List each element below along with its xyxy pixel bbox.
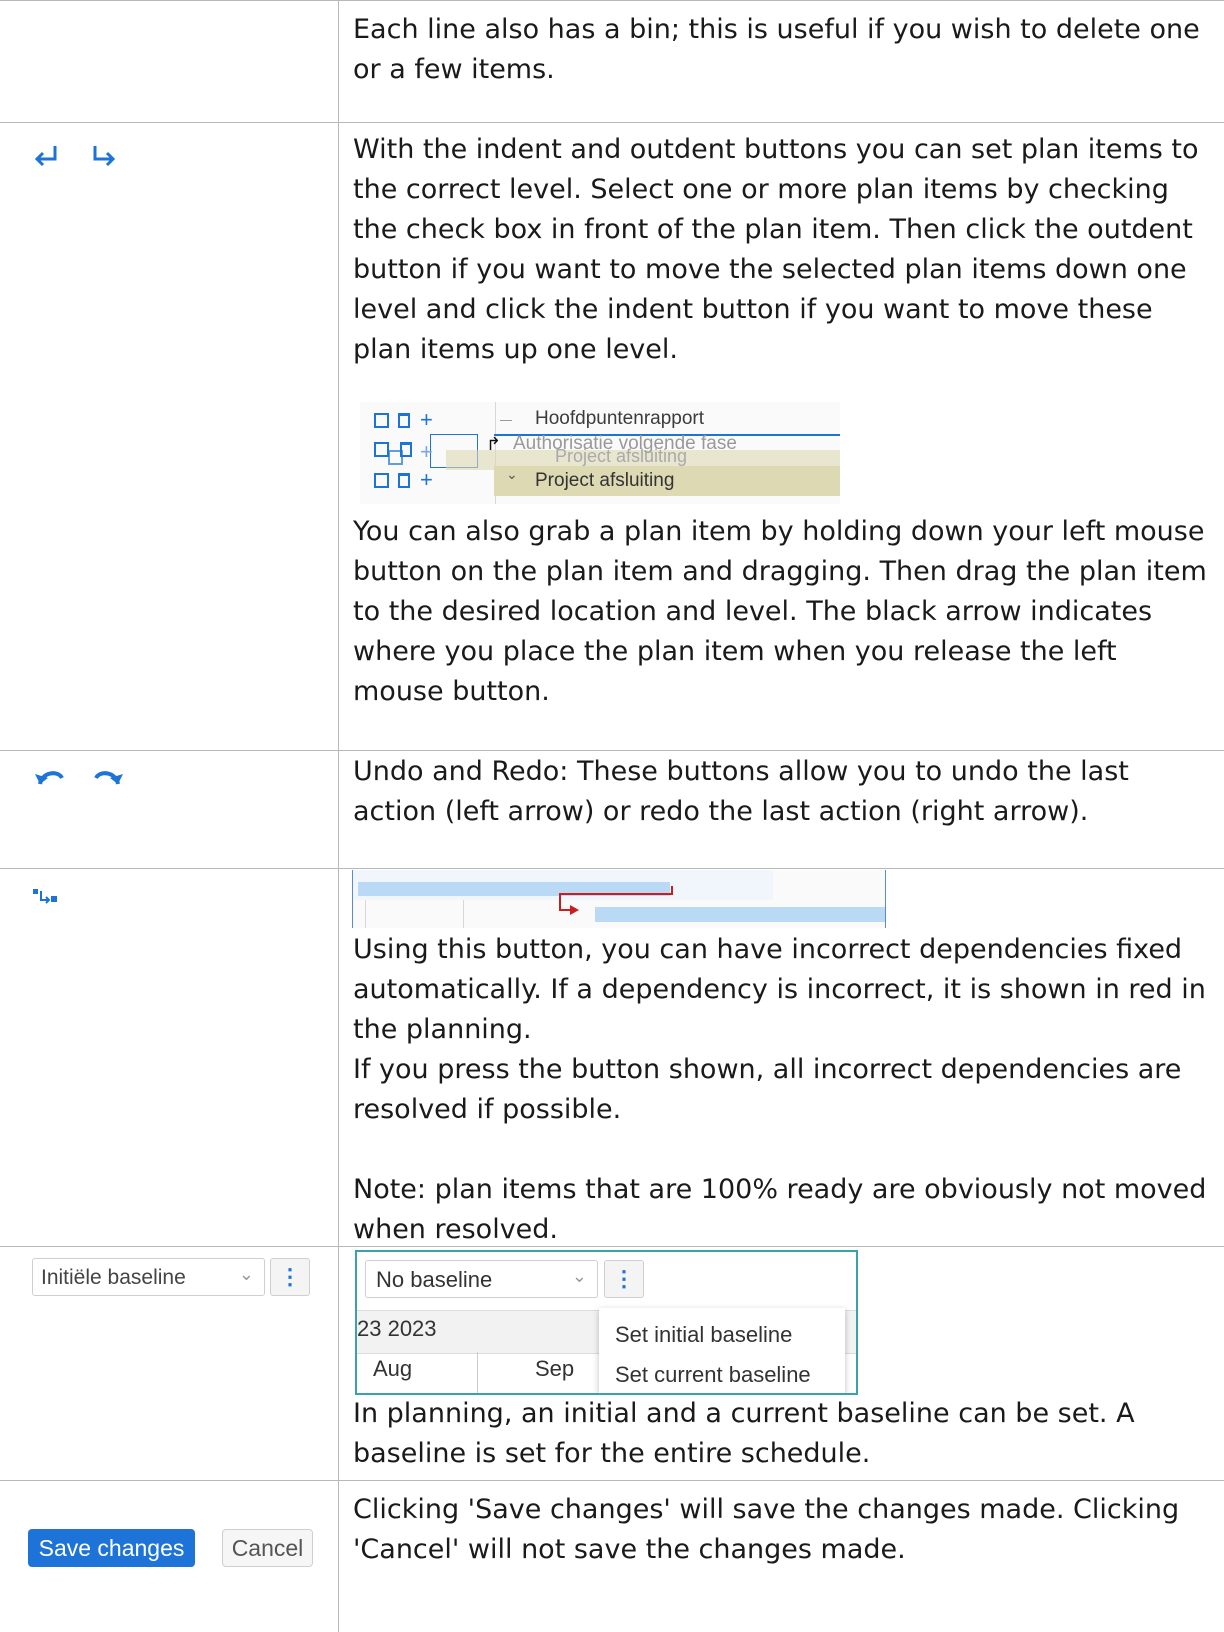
row-text-undo-redo: Undo and Redo: These buttons allow you t… <box>353 756 1129 827</box>
help-table: Each line also has a bin; this is useful… <box>0 0 1224 1632</box>
row-text-indent: With the indent and outdent buttons you … <box>353 134 1199 365</box>
month-label: Sep <box>535 1356 575 1381</box>
add-icon[interactable]: + <box>420 469 433 491</box>
save-changes-button[interactable]: Save changes <box>28 1529 195 1567</box>
baseline-select-value: No baseline <box>376 1267 493 1292</box>
outdent-icon[interactable] <box>88 142 118 172</box>
redo-icon[interactable] <box>90 766 126 786</box>
chevron-down-icon[interactable]: ⌄ <box>506 466 518 483</box>
bin-icon <box>400 442 412 457</box>
cancel-button[interactable]: Cancel <box>222 1529 313 1567</box>
plan-item-label: Hoofdpuntenrapport <box>535 408 705 429</box>
checkbox[interactable] <box>374 473 389 488</box>
text-line: Using this button, you can have incorrec… <box>353 934 1206 1045</box>
baseline-select[interactable]: No baseline ⌄ <box>365 1260 598 1298</box>
chevron-down-icon: ⌄ <box>238 1264 254 1284</box>
baseline-select-value: Initiële baseline <box>41 1266 186 1289</box>
checkbox[interactable] <box>374 413 389 428</box>
column-divider <box>338 0 339 1632</box>
plan-item-label: Project afsluiting <box>535 470 675 491</box>
row-divider <box>0 122 1224 123</box>
row-divider <box>0 1480 1224 1481</box>
row-divider <box>0 868 1224 869</box>
row-text-drag: You can also grab a plan item by holding… <box>353 516 1207 707</box>
drop-arrow-icon: ↱ <box>486 434 502 454</box>
bin-icon[interactable] <box>398 413 410 428</box>
bin-icon[interactable] <box>398 473 410 488</box>
dragged-item-ghost: Project afsluiting <box>555 446 688 466</box>
row-text-save-cancel: Clicking 'Save changes' will save the ch… <box>353 1494 1180 1565</box>
checkbox <box>374 442 389 457</box>
baseline-dropdown-menu: Set initial baseline Set current baselin… <box>599 1308 845 1393</box>
menu-item-set-current-baseline[interactable]: Set current baseline <box>615 1362 811 1388</box>
row-divider <box>0 0 1224 1</box>
row-text-dependencies: Using this button, you can have incorrec… <box>353 930 1213 1250</box>
task-bar[interactable] <box>595 907 885 922</box>
kebab-icon: ⋮ <box>613 1266 635 1291</box>
row-divider <box>0 750 1224 751</box>
kebab-icon: ⋮ <box>279 1264 301 1289</box>
chevron-down-icon: ⌄ <box>571 1266 587 1286</box>
add-icon: + <box>420 439 433 464</box>
text-line: If you press the button shown, all incor… <box>353 1054 1182 1125</box>
menu-item-set-initial-baseline[interactable]: Set initial baseline <box>615 1322 792 1348</box>
add-icon[interactable]: + <box>420 409 433 431</box>
baseline-menu-button[interactable]: ⋮ <box>270 1258 310 1296</box>
drag-demo-screenshot: + Hoofdpuntenrapport + ↱ Authorisatie vo… <box>360 402 840 504</box>
row-text-bin: Each line also has a bin; this is useful… <box>353 14 1200 85</box>
quarter-label: 23 2023 <box>357 1316 437 1341</box>
dependency-demo-screenshot <box>352 870 886 928</box>
baseline-menu-button[interactable]: ⋮ <box>604 1260 644 1298</box>
fix-dependencies-icon[interactable] <box>32 888 58 904</box>
row-text-baseline: In planning, an initial and a current ba… <box>353 1398 1135 1469</box>
text-line: Note: plan items that are 100% ready are… <box>353 1174 1207 1245</box>
month-label: Aug <box>373 1356 413 1381</box>
baseline-demo-screenshot: No baseline ⌄ ⋮ 23 2023 Aug Sep Set init… <box>355 1250 858 1395</box>
undo-icon[interactable] <box>32 766 68 786</box>
indent-icon[interactable] <box>32 142 62 172</box>
baseline-select[interactable]: Initiële baseline ⌄ <box>32 1258 265 1296</box>
